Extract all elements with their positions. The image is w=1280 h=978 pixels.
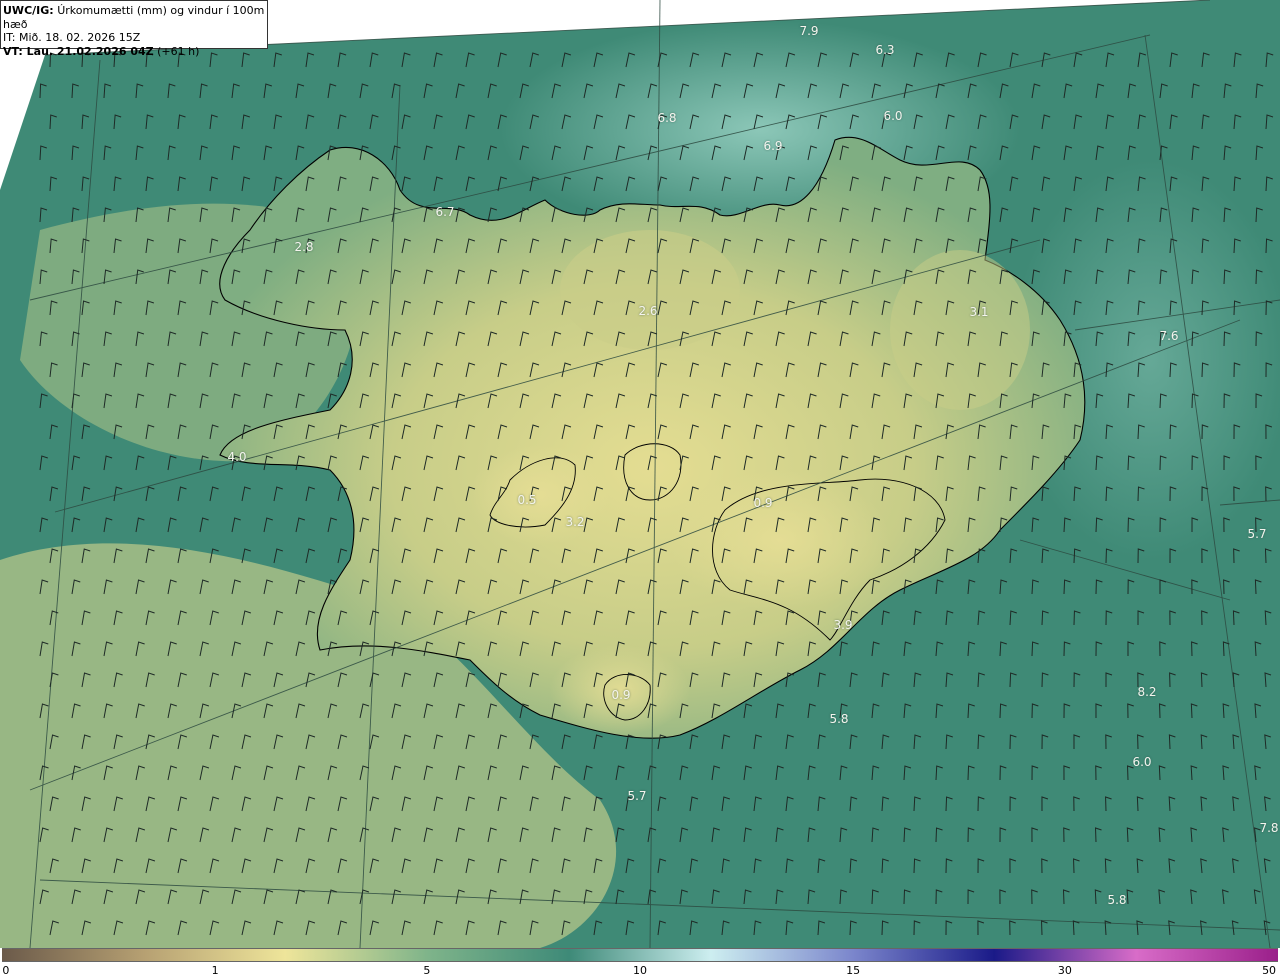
product-code: UWC/IG: <box>3 4 54 17</box>
map-header: UWC/IG: Úrkomumætti (mm) og vindur í 100… <box>0 0 268 58</box>
value-label: 5.8 <box>1107 893 1127 907</box>
value-label: 5.7 <box>1247 527 1267 541</box>
east-patch <box>890 250 1030 410</box>
central-highland-patch <box>670 470 890 610</box>
value-label: 7.6 <box>1159 329 1179 343</box>
west-highland-patch <box>470 445 610 545</box>
value-label: 5.7 <box>627 789 647 803</box>
map-panel[interactable]: 7.9 6.3 6.8 6.9 6.0 6.7 2.8 2.6 3.1 7.6 4.0 0.5 3.2 0… <box>0 0 1280 948</box>
value-label: 6.0 <box>883 109 903 123</box>
value-label: 6.0 <box>1132 755 1152 769</box>
value-label: 0.9 <box>753 496 773 510</box>
init-time: IT: Mið. 18. 02. 2026 15Z <box>3 31 141 44</box>
value-label: 6.7 <box>435 205 455 219</box>
colorbar-tick-label: 5 <box>423 964 431 977</box>
valid-time: VT: Lau. 21.02.2026 04Z <box>3 44 154 58</box>
colorbar-tick-label: 0 <box>2 964 10 977</box>
value-label: 7.9 <box>799 24 819 38</box>
colorbar-legend: 0 1 5 10 15 30 50 <box>0 948 1280 978</box>
value-label: 5.8 <box>829 712 849 726</box>
value-label: 3.2 <box>565 515 585 529</box>
value-label: 7.8 <box>1259 821 1279 835</box>
value-label: 0.9 <box>611 688 631 702</box>
value-label: 3.9 <box>833 618 853 632</box>
value-label: 4.0 <box>227 450 247 464</box>
value-label: 8.2 <box>1137 685 1157 699</box>
value-label: 6.3 <box>875 43 895 57</box>
value-label: 3.1 <box>969 305 989 319</box>
value-label: 2.8 <box>294 240 314 254</box>
colorbar-tick-label: 1 <box>211 964 219 977</box>
lead-time: (+61 h) <box>157 44 200 58</box>
colorbar-tick-label: 15 <box>846 964 861 977</box>
colorbar-tick-label: 30 <box>1057 964 1072 977</box>
value-label: 6.9 <box>763 139 783 153</box>
value-label: 0.5 <box>517 493 537 507</box>
value-label: 2.6 <box>638 304 658 318</box>
colorbar-tick-label: 10 <box>633 964 647 977</box>
colorbar-gradient <box>2 948 1278 962</box>
precipitation-map[interactable] <box>0 0 1280 948</box>
value-label: 6.8 <box>657 111 677 125</box>
colorbar-tick-label: 50 <box>1262 964 1277 977</box>
